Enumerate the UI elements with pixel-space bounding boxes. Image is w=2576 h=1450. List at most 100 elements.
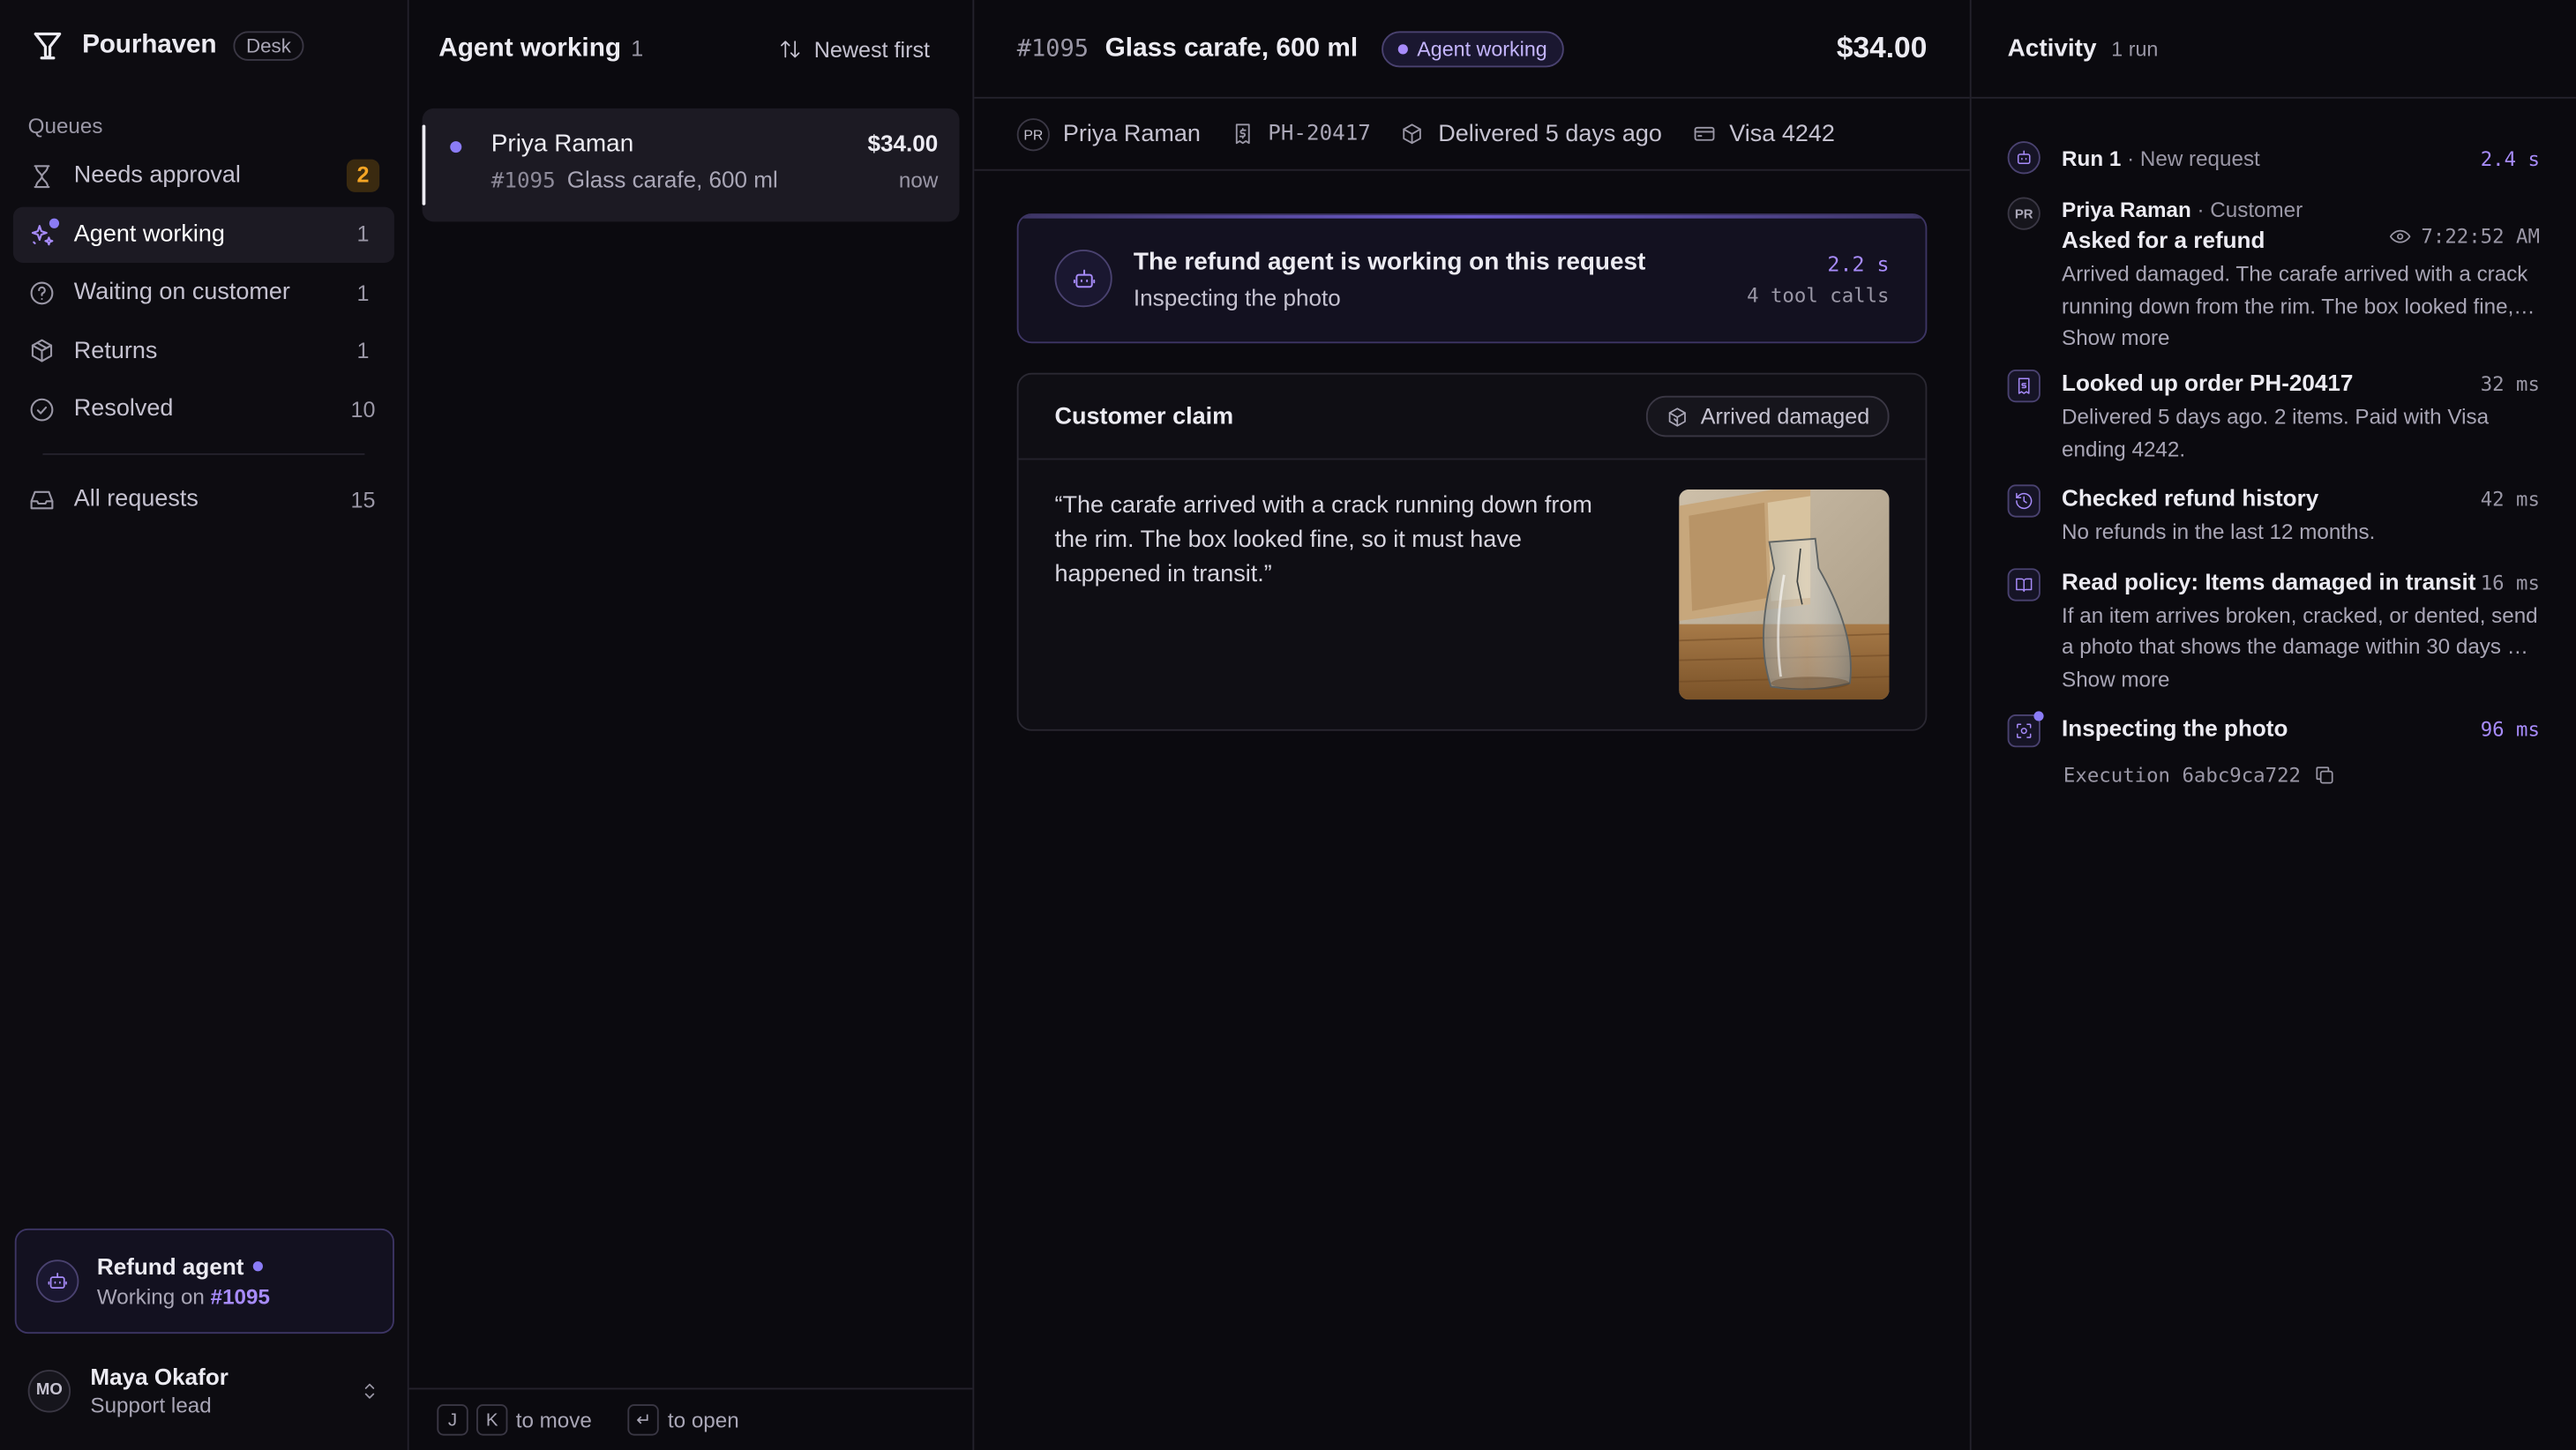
activity-panel: Activity 1 run Run 1 · New request 2.4 s… bbox=[1971, 0, 2576, 1450]
event-duration: 96 ms bbox=[2480, 716, 2540, 740]
event-customer-request: PR Priya Raman · Customer Asked for a re… bbox=[2007, 197, 2540, 350]
event-order-lookup: Looked up order PH-20417 32 ms Delivered … bbox=[2007, 369, 2540, 465]
meta-order[interactable]: PH-20417 bbox=[1230, 121, 1371, 146]
kbd-k: K bbox=[476, 1404, 508, 1436]
claim-header: Customer claim Arrived damaged bbox=[1018, 375, 1926, 460]
activity-dot bbox=[49, 217, 60, 228]
section-label-queues: Queues bbox=[27, 113, 103, 138]
sidebar-item-count: 1 bbox=[356, 338, 370, 363]
row-item: Glass carafe, 600 ml bbox=[566, 166, 778, 192]
logo-icon bbox=[30, 27, 66, 64]
meta-customer[interactable]: PR Priya Raman bbox=[1016, 117, 1201, 151]
event-text: Delivered 5 days ago. 2 items. Paid with… bbox=[2062, 404, 2490, 461]
chevron-updown-icon bbox=[358, 1379, 381, 1401]
inbox-icon bbox=[28, 485, 56, 513]
avatar: PR bbox=[1016, 117, 1050, 151]
event-duration: 42 ms bbox=[2480, 488, 2540, 512]
avatar: PR bbox=[2007, 197, 2041, 230]
working-tool-calls: 4 tool calls bbox=[1747, 283, 1890, 307]
meta-order-id: PH-20417 bbox=[1268, 121, 1371, 146]
claim-photo[interactable] bbox=[1679, 489, 1890, 700]
sidebar-item-count: 15 bbox=[350, 487, 376, 512]
robot-icon bbox=[35, 1259, 79, 1303]
avatar: MO bbox=[27, 1369, 71, 1412]
agent-sub-prefix: Working on bbox=[96, 1284, 205, 1310]
event-text: No refunds in the last 12 months. bbox=[2062, 519, 2376, 544]
meta-delivery-text: Delivered 5 days ago bbox=[1438, 120, 1662, 147]
event-inspecting-photo: Inspecting the photo 96 ms bbox=[2007, 710, 2540, 747]
run-header[interactable]: Run 1 · New request 2.4 s bbox=[2007, 141, 2540, 175]
copy-icon[interactable] bbox=[2312, 763, 2335, 786]
event-read-policy: Read policy: Items damaged in transit 16 … bbox=[2007, 567, 2540, 691]
event-text: Arrived damaged. The carafe arrived with… bbox=[2062, 261, 2528, 318]
row-subject: #1095 Glass carafe, 600 ml bbox=[491, 166, 778, 194]
event-title: Asked for a refund bbox=[2062, 226, 2265, 253]
help-circle-icon bbox=[28, 279, 56, 307]
event-duration: 16 ms bbox=[2480, 571, 2540, 594]
request-list: Agent working 1 Newest first Priya Raman … bbox=[408, 0, 975, 1450]
sidebar-item-resolved[interactable]: Resolved 10 bbox=[13, 381, 394, 437]
sidebar-item-count: 10 bbox=[350, 396, 376, 422]
sort-icon bbox=[780, 38, 803, 61]
working-title: The refund agent is working on this requ… bbox=[1133, 247, 1646, 275]
package-icon bbox=[28, 337, 56, 365]
event-title: Inspecting the photo bbox=[2062, 714, 2288, 740]
show-more-button[interactable]: Show more bbox=[2062, 325, 2540, 350]
agent-title: Refund agent bbox=[97, 1253, 270, 1280]
event-actor: Priya Raman bbox=[2062, 197, 2191, 222]
list-header: Agent working 1 Newest first bbox=[409, 0, 973, 99]
robot-icon bbox=[2007, 141, 2041, 175]
event-time: 7:22:52 AM bbox=[2388, 225, 2540, 248]
agent-request-link[interactable]: #1095 bbox=[211, 1284, 270, 1309]
unread-dot bbox=[450, 141, 462, 153]
agent-sub: Working on #1095 bbox=[97, 1284, 270, 1309]
agent-working-banner: The refund agent is working on this requ… bbox=[1016, 213, 1928, 344]
row-number: #1095 bbox=[490, 168, 556, 194]
tag-box-icon bbox=[1666, 405, 1689, 428]
receipt-icon bbox=[2007, 369, 2041, 403]
customer-claim-card: Customer claim Arrived damaged “The cara… bbox=[1016, 372, 1928, 731]
user-menu[interactable]: MO Maya Okafor Support lead bbox=[27, 1364, 381, 1417]
claim-reason-tag: Arrived damaged bbox=[1646, 395, 1890, 437]
row-time: now bbox=[898, 167, 939, 192]
keyboard-hints: J K to move ↵ to open bbox=[408, 1387, 973, 1450]
request-detail: #1095 Glass carafe, 600 ml Agent working… bbox=[974, 0, 1972, 1450]
kbd-enter: ↵ bbox=[627, 1404, 660, 1436]
refund-agent-card[interactable]: Refund agent Working on #1095 bbox=[14, 1228, 394, 1334]
execution-id: Execution 6abc9ca722 bbox=[2063, 763, 2540, 786]
list-count: 1 bbox=[631, 35, 644, 61]
sort-button[interactable]: Newest first bbox=[780, 37, 943, 62]
box-icon bbox=[1400, 122, 1425, 146]
sidebar-item-returns[interactable]: Returns 1 bbox=[13, 323, 394, 378]
sidebar-item-needs-approval[interactable]: Needs approval 2 bbox=[13, 148, 394, 204]
activity-header: Activity 1 run bbox=[1971, 0, 2576, 99]
card-icon bbox=[1691, 122, 1716, 146]
execution-text: Execution 6abc9ca722 bbox=[2063, 762, 2302, 787]
activity-timeline: Run 1 · New request 2.4 s PR Priya Raman… bbox=[1972, 99, 2576, 786]
brand-badge: Desk bbox=[233, 30, 304, 60]
sidebar-item-count: 2 bbox=[346, 159, 380, 192]
live-dot bbox=[2033, 710, 2044, 721]
scan-icon bbox=[2007, 710, 2044, 747]
sidebar-item-count: 1 bbox=[356, 221, 370, 247]
sidebar-item-waiting-on-customer[interactable]: Waiting on customer 1 bbox=[13, 265, 394, 320]
status-dot bbox=[1397, 43, 1408, 54]
event-title: Looked up order PH-20417 bbox=[2062, 369, 2354, 396]
robot-icon bbox=[1054, 250, 1112, 308]
list-item[interactable]: Priya Raman $34.00 #1095 Glass carafe, 60… bbox=[422, 108, 960, 222]
sidebar-item-all-requests[interactable]: All requests 15 bbox=[13, 471, 394, 527]
sidebar-item-label: Returns bbox=[73, 337, 158, 364]
list-title-text: Agent working bbox=[438, 34, 622, 63]
brand-name: Pourhaven bbox=[82, 30, 217, 59]
row-customer: Priya Raman bbox=[490, 130, 634, 158]
page-title: Glass carafe, 600 ml bbox=[1105, 34, 1359, 62]
event-title: Checked refund history bbox=[2062, 484, 2319, 512]
claim-body: “The carafe arrived with a crack running… bbox=[1019, 460, 1926, 729]
row-amount: $34.00 bbox=[867, 130, 939, 156]
kbd-j: J bbox=[437, 1404, 468, 1436]
sidebar-item-agent-working[interactable]: Agent working 1 bbox=[12, 206, 394, 263]
meta-customer-name: Priya Raman bbox=[1062, 120, 1201, 147]
show-more-button[interactable]: Show more bbox=[2062, 666, 2540, 691]
meta-payment: Visa 4242 bbox=[1691, 120, 1835, 147]
meta-payment-text: Visa 4242 bbox=[1729, 120, 1835, 147]
